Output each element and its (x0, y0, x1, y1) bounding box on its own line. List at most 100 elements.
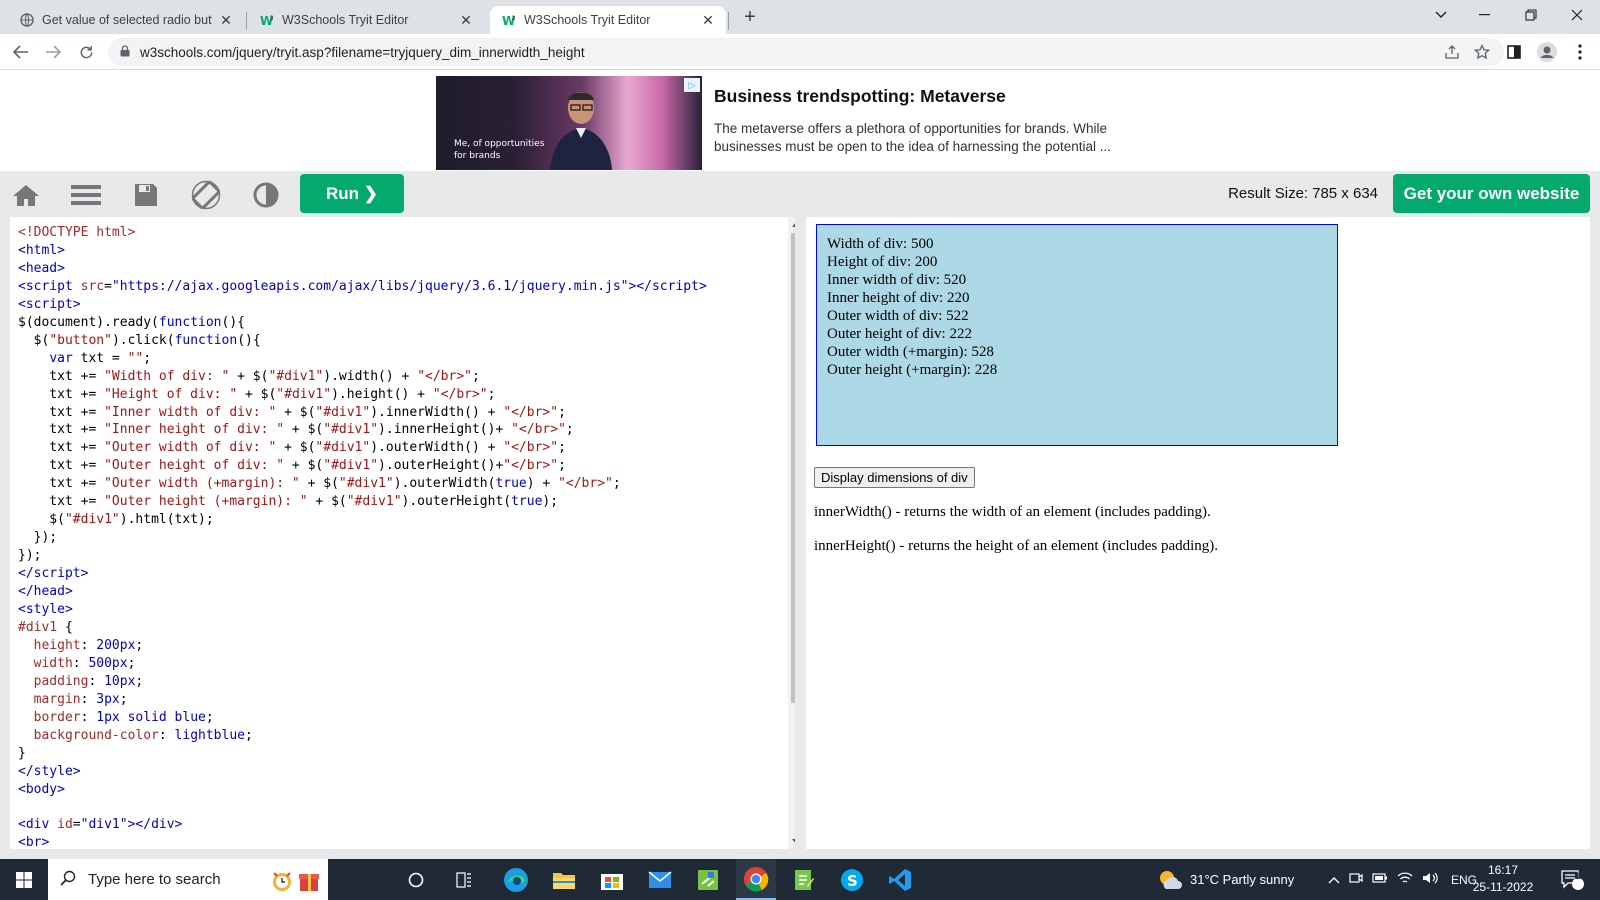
lock-icon (120, 44, 130, 60)
div1-line: Height of div: 200 (827, 254, 938, 270)
browser-tabstrip: Get value of selected radio butto ✕ W3 W… (0, 0, 1600, 34)
get-your-own-website-button[interactable]: Get your own website (1393, 174, 1590, 213)
editor-scrollbar[interactable] (788, 217, 795, 849)
div1-line: Outer width of div: 522 (827, 308, 969, 324)
presenter-image (550, 92, 612, 170)
clock[interactable]: 16:17 25-11-2022 (1468, 862, 1538, 896)
weather-widget[interactable]: 31°C Partly sunny (1158, 859, 1294, 900)
partly-sunny-icon (1160, 870, 1182, 889)
tab-tryit-editor-1[interactable]: W3 W3Schools Tryit Editor ✕ (248, 6, 484, 34)
tryit-workspace: <!DOCTYPE html> <html> <head> <script sr… (0, 217, 1600, 859)
result-frame[interactable]: Width of div: 500 Height of div: 200 Inn… (806, 217, 1590, 849)
div1-line: Inner width of div: 520 (827, 272, 967, 288)
vscode-icon[interactable] (880, 859, 920, 900)
display-dimensions-button[interactable]: Display dimensions of div (814, 467, 975, 488)
browser-toolbar: w3schools.com/jquery/tryit.asp?filename=… (0, 34, 1600, 70)
url-text: w3schools.com/jquery/tryit.asp?filename=… (140, 44, 585, 60)
tab-close-icon[interactable]: ✕ (458, 12, 474, 28)
tab-radio-value[interactable]: Get value of selected radio butto ✕ (8, 6, 244, 34)
forward-arrow-icon[interactable] (41, 40, 65, 64)
windows-taskbar: Type here to search S 31°C Partly sunny (0, 859, 1600, 900)
ad-thumb-caption: Me, of opportunities for brands (454, 139, 545, 161)
mail-icon[interactable] (640, 859, 680, 900)
profile-avatar-icon[interactable] (1535, 40, 1559, 64)
chrome-icon[interactable] (736, 859, 776, 900)
edge-browser-icon[interactable] (496, 859, 536, 900)
new-tab-button[interactable]: + (738, 6, 762, 30)
restore-icon[interactable] (1508, 0, 1554, 30)
hamburger-menu-icon[interactable] (70, 179, 102, 211)
search-highlight-icon[interactable] (270, 867, 320, 893)
div1-line: Outer width (+margin): 528 (827, 344, 994, 360)
scroll-thumb[interactable] (791, 233, 795, 703)
result-size-label: Result Size: (1228, 185, 1309, 202)
show-hidden-icons-chevron-icon[interactable] (1328, 872, 1340, 887)
side-panel-icon[interactable] (1502, 40, 1526, 64)
div1-line: Inner height of div: 220 (827, 290, 970, 306)
clock-date: 25-11-2022 (1472, 880, 1534, 894)
tryit-toolbar: Run ❯ Result Size: 785 x 634 Get your own… (0, 171, 1600, 217)
tab-title: W3Schools Tryit Editor (282, 13, 409, 27)
div1-line: Outer height of div: 222 (827, 326, 972, 342)
notification-count: 16 (1575, 871, 1586, 881)
code-editor[interactable]: <!DOCTYPE html> <html> <head> <script sr… (10, 217, 795, 849)
svg-text:3: 3 (270, 16, 274, 22)
svg-text:S: S (847, 872, 858, 890)
notepad-icon[interactable] (784, 859, 824, 900)
windows-start-icon[interactable] (0, 859, 48, 900)
w3schools-favicon-icon: W3 (260, 13, 274, 27)
adchoices-icon[interactable]: ▷ (684, 78, 700, 92)
clock-time: 16:17 (1487, 863, 1519, 877)
tab-tryit-editor-active[interactable]: W3 W3Schools Tryit Editor ✕ (490, 6, 726, 34)
save-icon[interactable] (130, 179, 162, 211)
task-view-icon[interactable] (400, 859, 432, 900)
minimize-icon[interactable] (1462, 0, 1508, 30)
back-arrow-icon[interactable] (9, 40, 33, 64)
div1-box: Width of div: 500 Height of div: 200 Inn… (816, 224, 1338, 446)
share-icon[interactable] (1444, 44, 1460, 63)
code-content[interactable]: <!DOCTYPE html> <html> <head> <script sr… (18, 224, 707, 849)
svg-text:3: 3 (512, 16, 516, 22)
menu-kebab-icon[interactable] (1568, 40, 1592, 64)
skype-icon[interactable]: S (832, 859, 872, 900)
home-icon[interactable] (10, 179, 42, 211)
tab-close-icon[interactable]: ✕ (700, 12, 716, 28)
sticky-app-icon[interactable] (688, 859, 728, 900)
search-icon (60, 870, 76, 890)
bookmark-star-icon[interactable] (1473, 43, 1491, 63)
theme-contrast-icon[interactable] (250, 179, 282, 211)
scroll-up-arrow-icon[interactable] (792, 222, 795, 227)
ad-title[interactable]: Business trendspotting: Metaverse (714, 86, 1006, 107)
rotate-orientation-icon[interactable] (190, 179, 222, 211)
div1-line: Width of div: 500 (827, 236, 934, 252)
reload-icon[interactable] (74, 40, 98, 64)
search-placeholder: Type here to search (88, 871, 221, 888)
result-size-value: 785 x 634 (1312, 185, 1378, 202)
tab-search-chevron-icon[interactable] (1418, 0, 1464, 30)
wifi-icon[interactable] (1397, 871, 1413, 888)
ad-video-thumbnail[interactable]: Me, of opportunities for brands ▷ (436, 76, 702, 170)
w3schools-favicon-icon: W3 (502, 13, 516, 27)
close-window-icon[interactable] (1554, 0, 1600, 30)
system-tray-icons[interactable]: ENG (1328, 859, 1477, 900)
inner-width-description: innerWidth() - returns the width of an e… (814, 504, 1211, 520)
battery-icon[interactable] (1372, 872, 1388, 887)
scroll-down-arrow-icon[interactable] (792, 839, 795, 844)
run-button[interactable]: Run ❯ (300, 174, 404, 213)
tab-title: Get value of selected radio butto (42, 13, 212, 27)
tab-close-icon[interactable]: ✕ (218, 12, 234, 28)
taskbar-search-box[interactable]: Type here to search (48, 859, 328, 900)
meet-now-icon[interactable] (1349, 871, 1363, 888)
notification-center-icon[interactable]: 16 (1552, 859, 1592, 900)
advertisement-banner[interactable]: Me, of opportunities for brands ▷ Busine… (0, 71, 1600, 171)
tab-globe-icon (20, 13, 34, 27)
widgets-icon[interactable] (448, 859, 480, 900)
microsoft-store-icon[interactable] (592, 859, 632, 900)
tab-title: W3Schools Tryit Editor (524, 13, 651, 27)
inner-height-description: innerHeight() - returns the height of an… (814, 538, 1219, 554)
volume-icon[interactable] (1422, 871, 1438, 888)
weather-text: 31°C Partly sunny (1190, 872, 1295, 887)
address-bar[interactable]: w3schools.com/jquery/tryit.asp?filename=… (108, 38, 1504, 66)
file-explorer-icon[interactable] (544, 859, 584, 900)
tab-divider (246, 12, 247, 30)
